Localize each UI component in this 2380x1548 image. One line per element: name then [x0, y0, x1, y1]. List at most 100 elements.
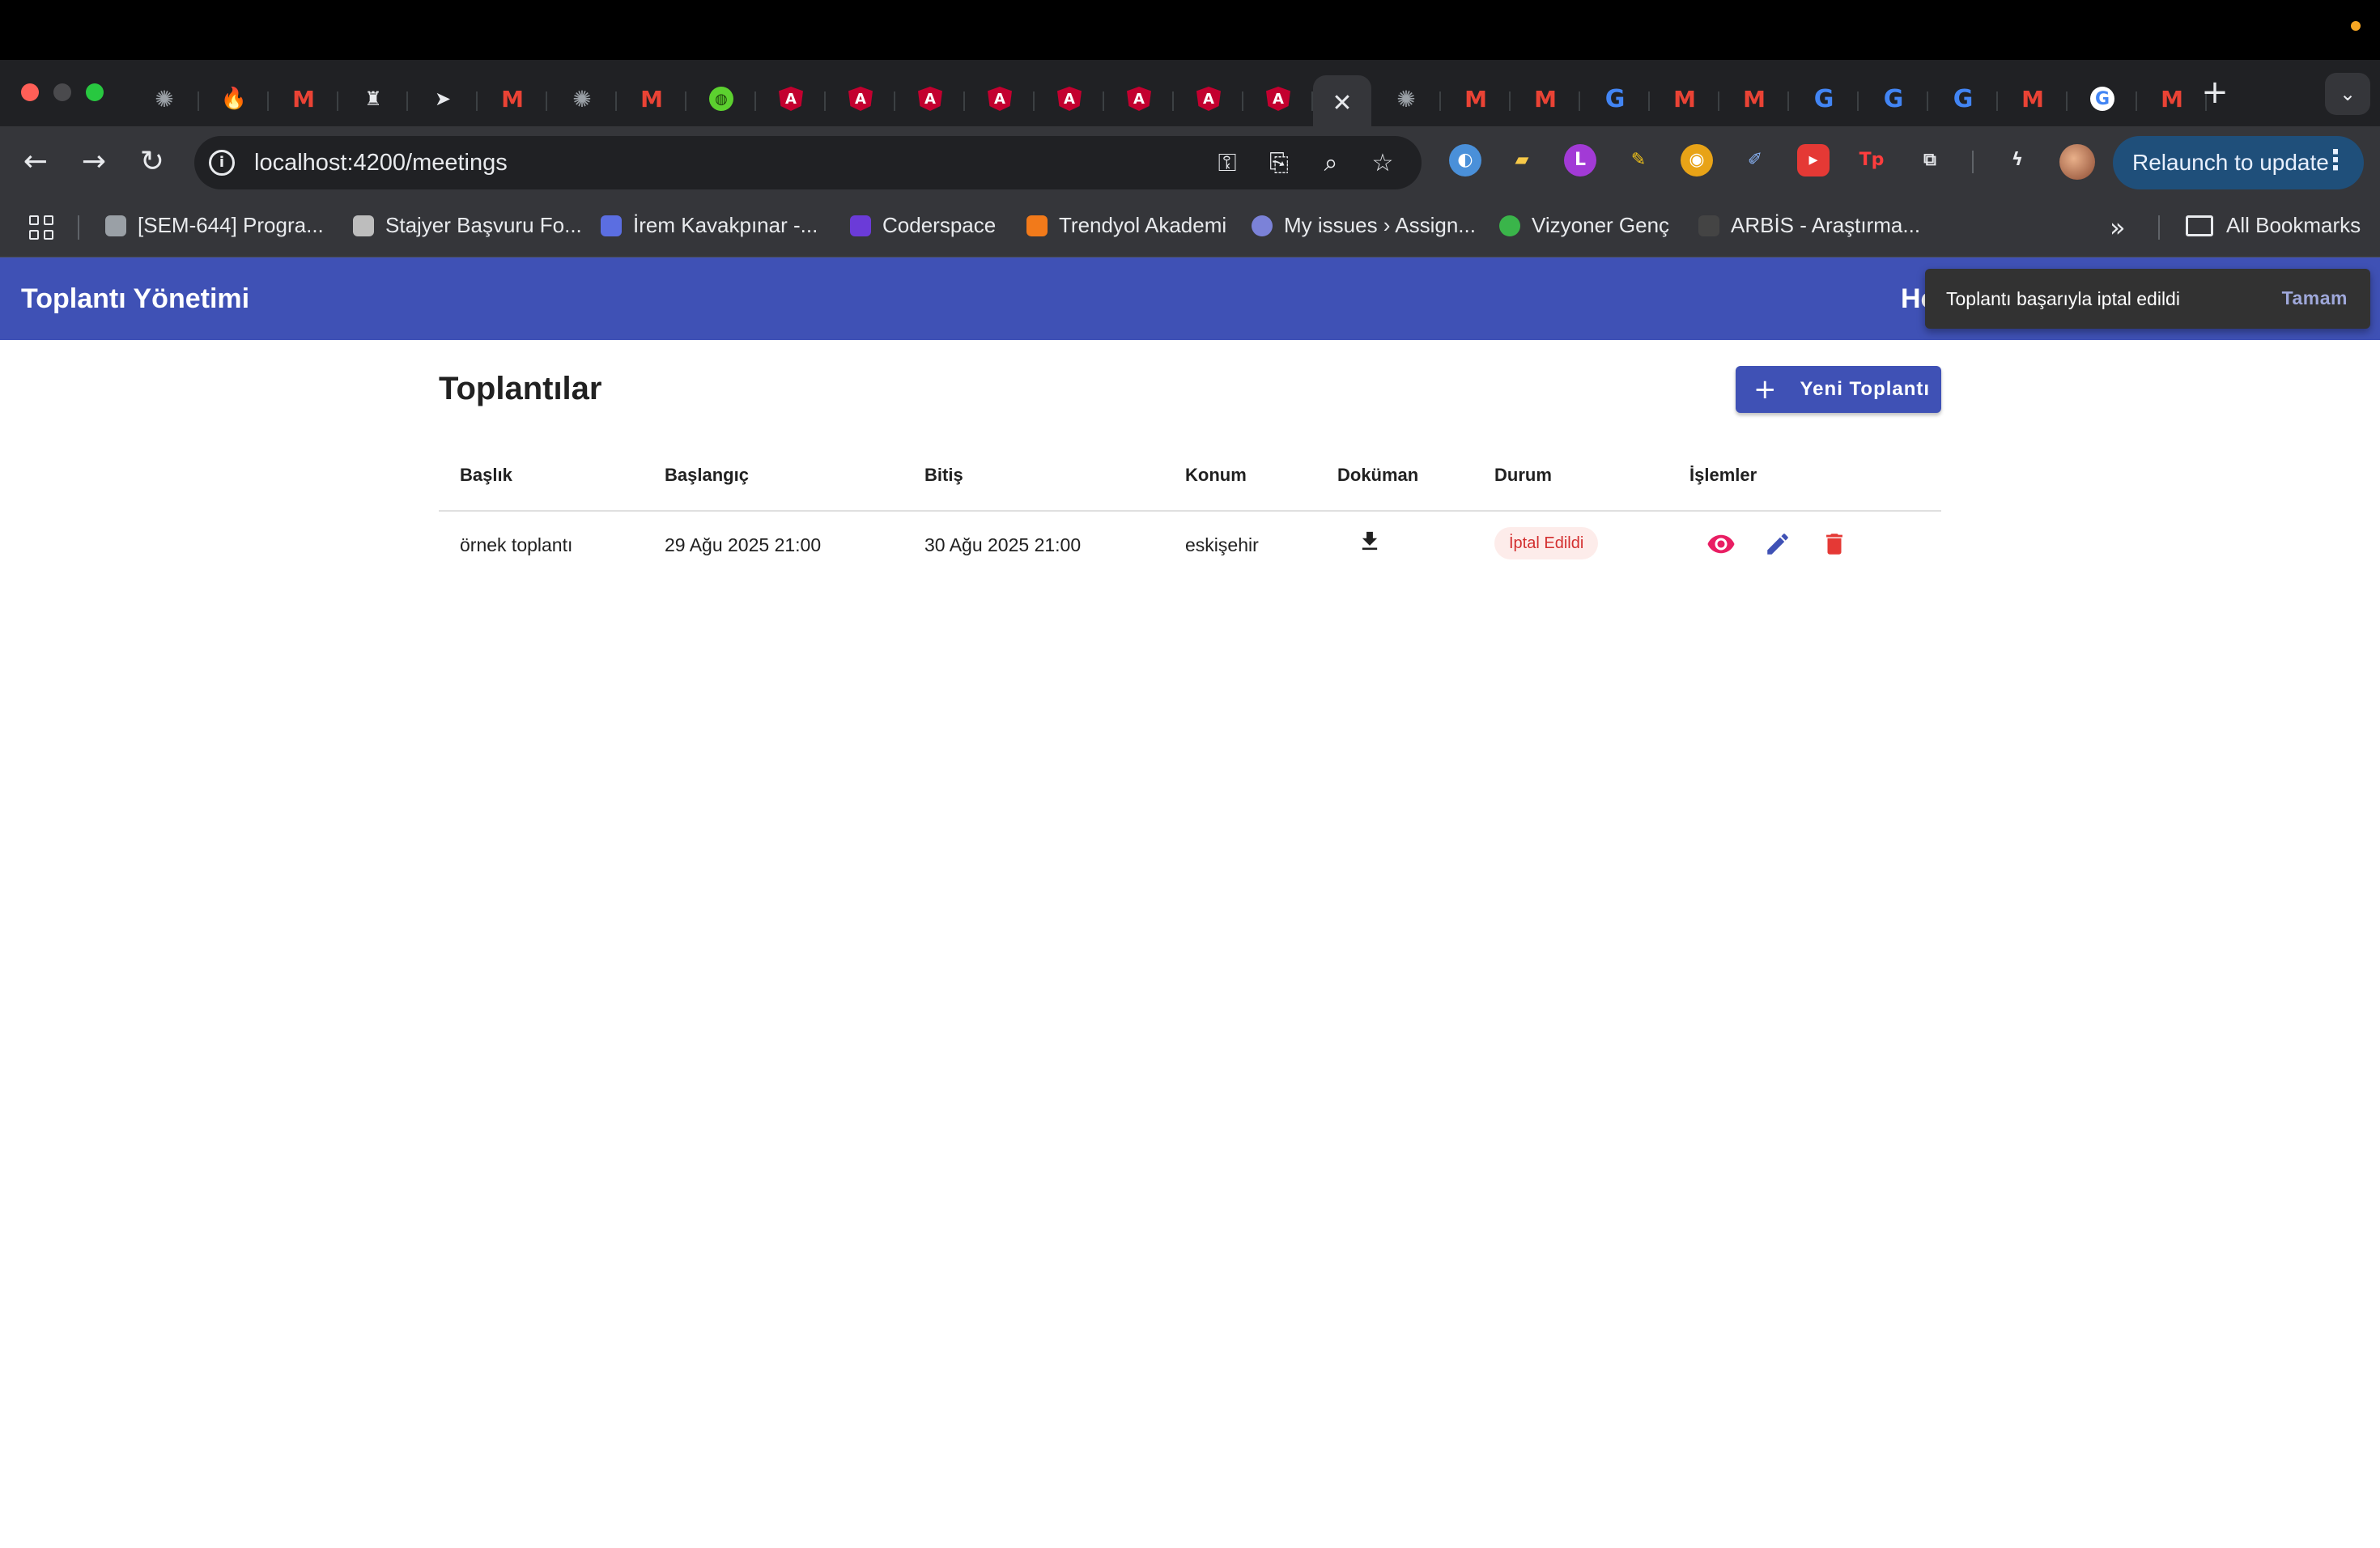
app-title[interactable]: Toplantı Yönetimi	[21, 283, 249, 315]
new-meeting-button[interactable]: + Yeni Toplantı	[1736, 366, 1941, 413]
address-bar[interactable]: i localhost:4200/meetings ⚿ ⎘ ⌕ ☆	[194, 136, 1422, 189]
tab[interactable]: ◍	[686, 75, 756, 122]
apps-grid-icon[interactable]	[29, 215, 53, 240]
tab[interactable]: M	[478, 75, 547, 122]
tab[interactable]: A	[965, 75, 1035, 122]
column-header-document[interactable]: Doküman	[1337, 465, 1418, 486]
bookmark-item[interactable]: My issues › Assign...	[1252, 213, 1476, 238]
tab[interactable]: M	[1998, 75, 2068, 122]
url-text[interactable]: localhost:4200/meetings	[254, 150, 508, 176]
tab[interactable]: ♜	[338, 75, 408, 122]
tab[interactable]: M	[269, 75, 338, 122]
translate-icon[interactable]: ⎘	[1263, 147, 1295, 180]
tab[interactable]: A	[1243, 75, 1313, 122]
tab[interactable]: M	[1650, 75, 1719, 122]
pen-icon[interactable]: ✐	[1739, 144, 1771, 176]
relaunch-button[interactable]: Relaunch to update ⋮	[2113, 136, 2364, 189]
bookmark-label: Coderspace	[882, 213, 997, 237]
highlighter-icon[interactable]: ✎	[1622, 144, 1655, 176]
tab[interactable]: M	[1441, 75, 1511, 122]
tab[interactable]: G	[1859, 75, 1928, 122]
performance-icon[interactable]: ϟ	[2001, 144, 2034, 176]
tab[interactable]: M	[1719, 75, 1789, 122]
window-minimize-button[interactable]	[53, 83, 71, 101]
send-icon: ➤	[434, 87, 452, 110]
close-icon[interactable]: ✕	[1332, 89, 1352, 117]
bookmark-item[interactable]: Trendyol Akademi	[1026, 213, 1226, 238]
bookmark-item[interactable]: [SEM-644] Progra...	[105, 213, 324, 238]
cell-title: örnek toplantı	[460, 534, 573, 555]
bookmark-item[interactable]: İrem Kavakpınar -...	[601, 213, 818, 238]
extension-icon[interactable]: ◐	[1449, 144, 1481, 176]
column-header-start[interactable]: Başlangıç	[665, 465, 749, 486]
site-info-icon[interactable]: i	[209, 150, 235, 176]
linear-icon	[1252, 215, 1273, 236]
zoom-icon[interactable]: ⌕	[1315, 147, 1347, 180]
eye-icon	[1707, 534, 1735, 554]
bookmark-label: Stajyer Başvuru Fo...	[385, 213, 582, 237]
bookmark-item[interactable]: ARBİS - Araştırma...	[1698, 213, 1920, 238]
tab[interactable]: G	[1580, 75, 1650, 122]
column-header-location[interactable]: Konum	[1185, 465, 1247, 486]
reload-button[interactable]: ↻	[133, 142, 172, 181]
window-close-button[interactable]	[21, 83, 39, 101]
download-icon	[1362, 531, 1378, 551]
plus-icon: +	[1753, 373, 1778, 406]
all-bookmarks-button[interactable]: All Bookmarks	[2186, 213, 2361, 238]
tab[interactable]: ✺	[547, 75, 617, 122]
extension-icon[interactable]: Tp	[1855, 144, 1888, 176]
toolbar-separator	[1972, 151, 1974, 173]
tab[interactable]: ➤	[408, 75, 478, 122]
tab[interactable]: A	[1174, 75, 1243, 122]
tab[interactable]: G	[1928, 75, 1998, 122]
column-header-status[interactable]: Durum	[1494, 465, 1552, 486]
tab-active[interactable]: ✕	[1313, 75, 1371, 130]
tab[interactable]: ✺	[130, 75, 199, 122]
extension-icon[interactable]: ▰	[1506, 144, 1538, 176]
window-zoom-button[interactable]	[86, 83, 104, 101]
forward-button[interactable]: →	[74, 142, 113, 181]
extension-icon[interactable]: L	[1564, 144, 1596, 176]
extension-icon[interactable]: ◉	[1681, 144, 1713, 176]
chatgpt-icon: ✺	[155, 85, 174, 113]
tab[interactable]: A	[1035, 75, 1104, 122]
bookmarks-overflow-icon[interactable]: »	[2110, 212, 2126, 243]
feather-icon	[105, 215, 126, 236]
bookmark-label: Vizyoner Genç	[1532, 213, 1670, 237]
relaunch-label: Relaunch to update	[2132, 150, 2329, 175]
trash-icon	[1826, 534, 1842, 555]
snackbar-action-button[interactable]: Tamam	[2282, 287, 2348, 309]
tab[interactable]: ✺	[1371, 75, 1441, 122]
tab[interactable]: M	[1511, 75, 1580, 122]
youtube-icon[interactable]: ▸	[1797, 144, 1830, 176]
key-icon[interactable]: ⚿	[1211, 147, 1243, 180]
column-header-title[interactable]: Başlık	[460, 465, 512, 486]
delete-button[interactable]	[1815, 525, 1854, 563]
angular-icon: A	[779, 87, 803, 111]
column-header-end[interactable]: Bitiş	[924, 465, 963, 486]
tab[interactable]: A	[826, 75, 895, 122]
tab-search-button[interactable]: ⌄	[2325, 73, 2370, 115]
avatar[interactable]	[2059, 144, 2095, 180]
tab[interactable]: A	[895, 75, 965, 122]
tab[interactable]: G	[1789, 75, 1859, 122]
arrow-right-icon: →	[81, 145, 107, 178]
bookmarks-bar: [SEM-644] Progra... Stajyer Başvuru Fo..…	[0, 198, 2380, 257]
cube-icon	[353, 215, 374, 236]
puzzle-icon[interactable]: ⧉	[1914, 144, 1946, 176]
tab[interactable]: 🔥	[199, 75, 269, 122]
tab[interactable]: A	[756, 75, 826, 122]
bookmark-item[interactable]: Coderspace	[850, 213, 996, 238]
tab[interactable]: G	[2068, 75, 2137, 122]
cell-end: 30 Ağu 2025 21:00	[924, 534, 1082, 555]
tab[interactable]: M	[617, 75, 686, 122]
download-document-button[interactable]	[1350, 523, 1389, 562]
view-button[interactable]	[1702, 525, 1740, 563]
back-button[interactable]: ←	[16, 142, 55, 181]
bookmark-item[interactable]: Stajyer Başvuru Fo...	[353, 213, 582, 238]
new-tab-button[interactable]: +	[2197, 76, 2233, 112]
tab[interactable]: A	[1104, 75, 1174, 122]
bookmark-item[interactable]: Vizyoner Genç	[1499, 213, 1669, 238]
edit-button[interactable]	[1758, 525, 1797, 563]
bookmark-star-icon[interactable]: ☆	[1366, 147, 1399, 180]
